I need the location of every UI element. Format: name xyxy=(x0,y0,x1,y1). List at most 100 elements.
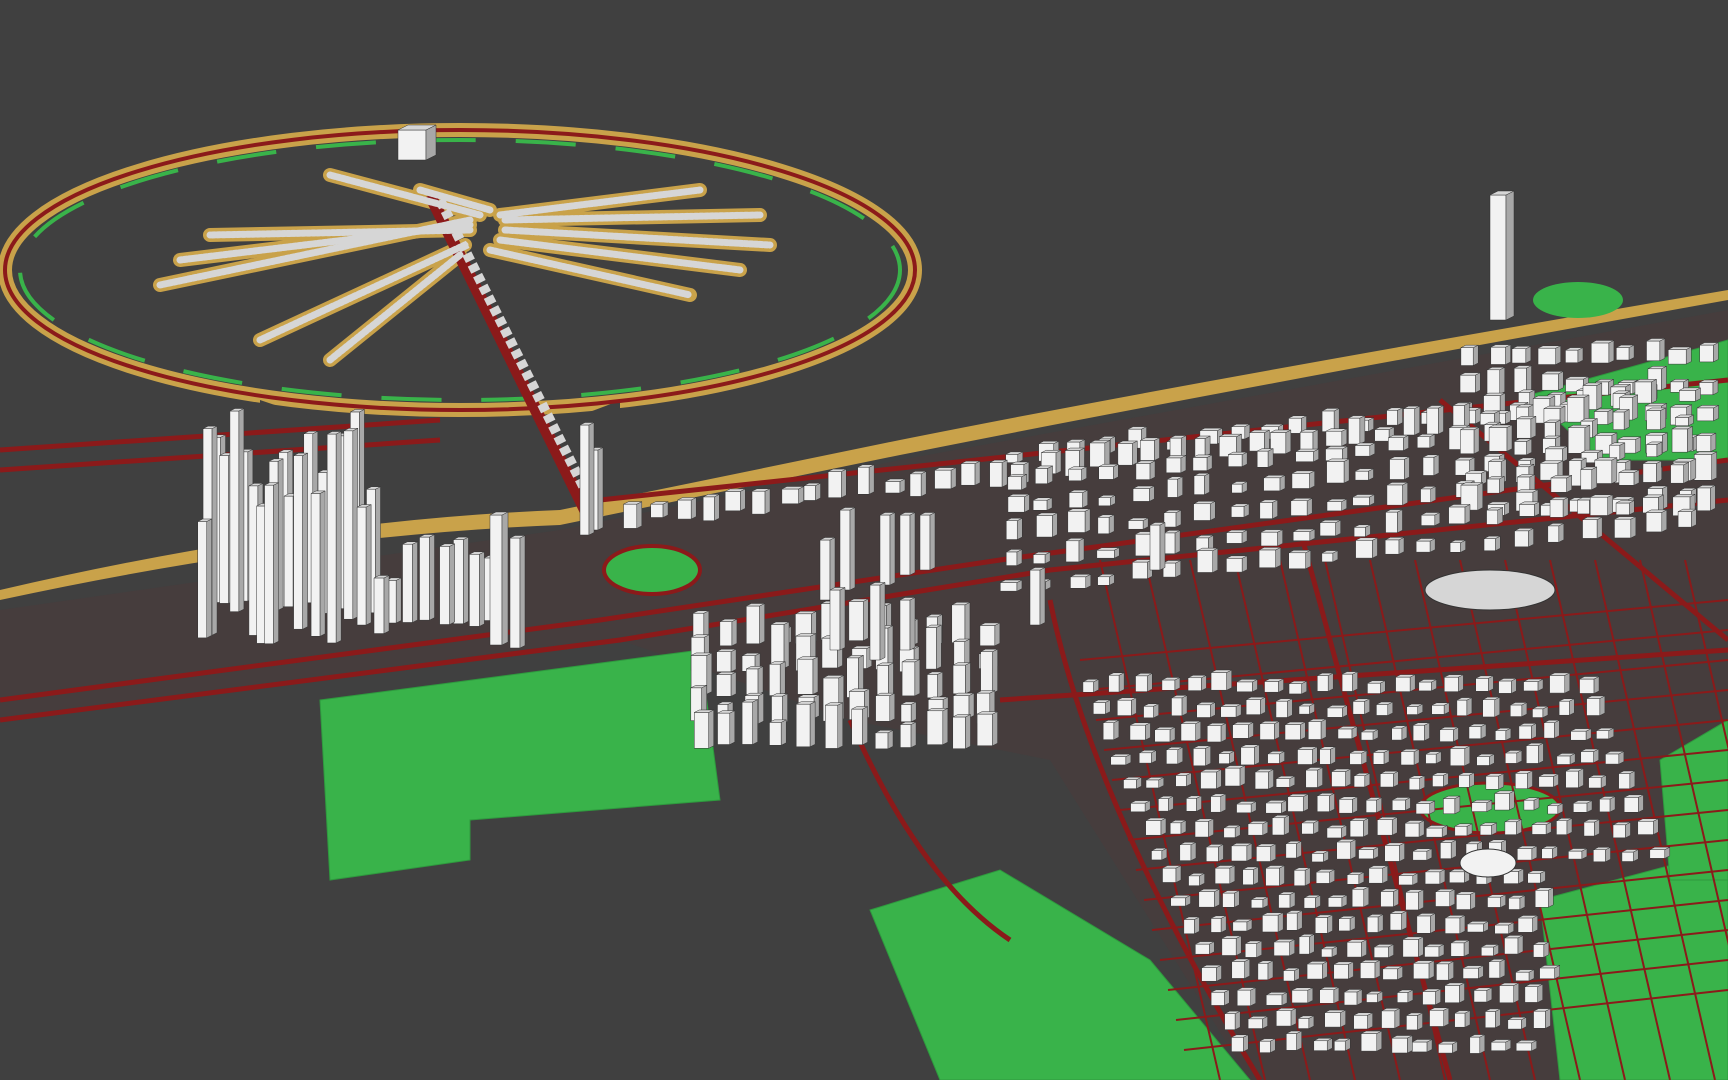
building xyxy=(1245,696,1266,716)
building-side xyxy=(714,493,720,522)
building-side xyxy=(992,711,998,747)
building-front xyxy=(1297,749,1313,765)
building-side xyxy=(1509,790,1515,811)
building-front xyxy=(1096,549,1115,559)
building-front xyxy=(1206,846,1219,862)
building-front xyxy=(1360,731,1374,741)
building-side xyxy=(1464,745,1471,767)
building-side xyxy=(1345,768,1351,787)
building-side xyxy=(1464,1010,1471,1028)
building-front xyxy=(1244,943,1257,958)
building xyxy=(1132,485,1155,502)
building-front xyxy=(1444,917,1461,934)
building-front xyxy=(1006,520,1018,540)
building-side xyxy=(1438,405,1444,435)
building-front xyxy=(1679,390,1696,402)
building-front xyxy=(356,506,367,626)
building-side xyxy=(1268,768,1274,790)
building xyxy=(1504,935,1524,955)
building xyxy=(1032,497,1053,511)
city-model-canvas[interactable] xyxy=(0,0,1728,1080)
building xyxy=(1130,800,1151,813)
building-front xyxy=(1338,799,1353,814)
building-front xyxy=(1443,798,1456,815)
building-side xyxy=(1691,508,1697,528)
building xyxy=(1145,817,1167,836)
building-front xyxy=(1338,918,1351,932)
building-side xyxy=(425,124,437,161)
building-front xyxy=(1487,896,1501,908)
building-side xyxy=(1177,476,1183,498)
building xyxy=(1389,456,1410,480)
building-front xyxy=(1490,346,1506,365)
building-side xyxy=(1527,770,1533,790)
building xyxy=(1319,519,1341,537)
building-side xyxy=(365,504,372,626)
building-side xyxy=(1275,547,1281,569)
building xyxy=(1149,522,1166,571)
building xyxy=(1699,379,1719,396)
building-side xyxy=(964,601,971,644)
building-side xyxy=(1220,793,1227,813)
building-front xyxy=(1200,771,1217,789)
building xyxy=(1265,865,1285,887)
building-front xyxy=(716,651,732,673)
building-side xyxy=(965,662,971,695)
building xyxy=(1161,677,1181,691)
building-front xyxy=(1671,428,1688,453)
building xyxy=(1231,842,1253,862)
building xyxy=(1618,770,1636,790)
building-front xyxy=(1614,518,1632,539)
building xyxy=(899,512,916,576)
building xyxy=(1354,468,1374,481)
building-side xyxy=(206,518,212,639)
building-front xyxy=(1596,730,1610,740)
building-side xyxy=(1113,719,1120,741)
building-side xyxy=(1272,499,1278,520)
building xyxy=(1395,674,1416,693)
building-front xyxy=(1315,871,1330,884)
building xyxy=(1515,969,1535,982)
building-front xyxy=(1195,943,1210,955)
building-front xyxy=(1398,875,1414,886)
building-side xyxy=(1235,935,1242,956)
building-front xyxy=(469,554,480,627)
building xyxy=(1675,414,1694,427)
building-side xyxy=(914,658,921,697)
building xyxy=(1411,1039,1433,1053)
building-front xyxy=(951,604,966,643)
building-side xyxy=(1596,382,1603,410)
building xyxy=(952,662,971,695)
building-side xyxy=(974,460,981,486)
building-front xyxy=(1537,347,1556,365)
building-front xyxy=(1454,826,1468,837)
building xyxy=(1391,725,1408,741)
building-front xyxy=(1549,499,1564,518)
building-side xyxy=(588,422,595,536)
building xyxy=(1515,770,1533,790)
building-side xyxy=(1244,958,1250,979)
building xyxy=(1679,387,1701,402)
building-front xyxy=(1456,894,1471,910)
3d-city-model-viewport[interactable] xyxy=(0,0,1728,1080)
building xyxy=(1386,482,1408,506)
building xyxy=(702,493,720,522)
building xyxy=(960,460,981,486)
building xyxy=(1236,678,1258,693)
building-front xyxy=(1035,468,1048,484)
building-front xyxy=(1316,795,1330,812)
building-front xyxy=(229,410,240,612)
building-front xyxy=(1128,520,1144,530)
building xyxy=(1068,489,1088,509)
building xyxy=(1297,746,1318,765)
building-front xyxy=(1117,443,1133,466)
building xyxy=(1162,560,1181,578)
building-side xyxy=(1285,429,1292,455)
building xyxy=(1093,699,1111,715)
building-front xyxy=(1290,500,1308,516)
building-front xyxy=(1382,968,1398,980)
building xyxy=(1471,799,1493,812)
building xyxy=(1642,460,1662,483)
building xyxy=(1586,695,1606,716)
building-side xyxy=(1327,914,1333,934)
